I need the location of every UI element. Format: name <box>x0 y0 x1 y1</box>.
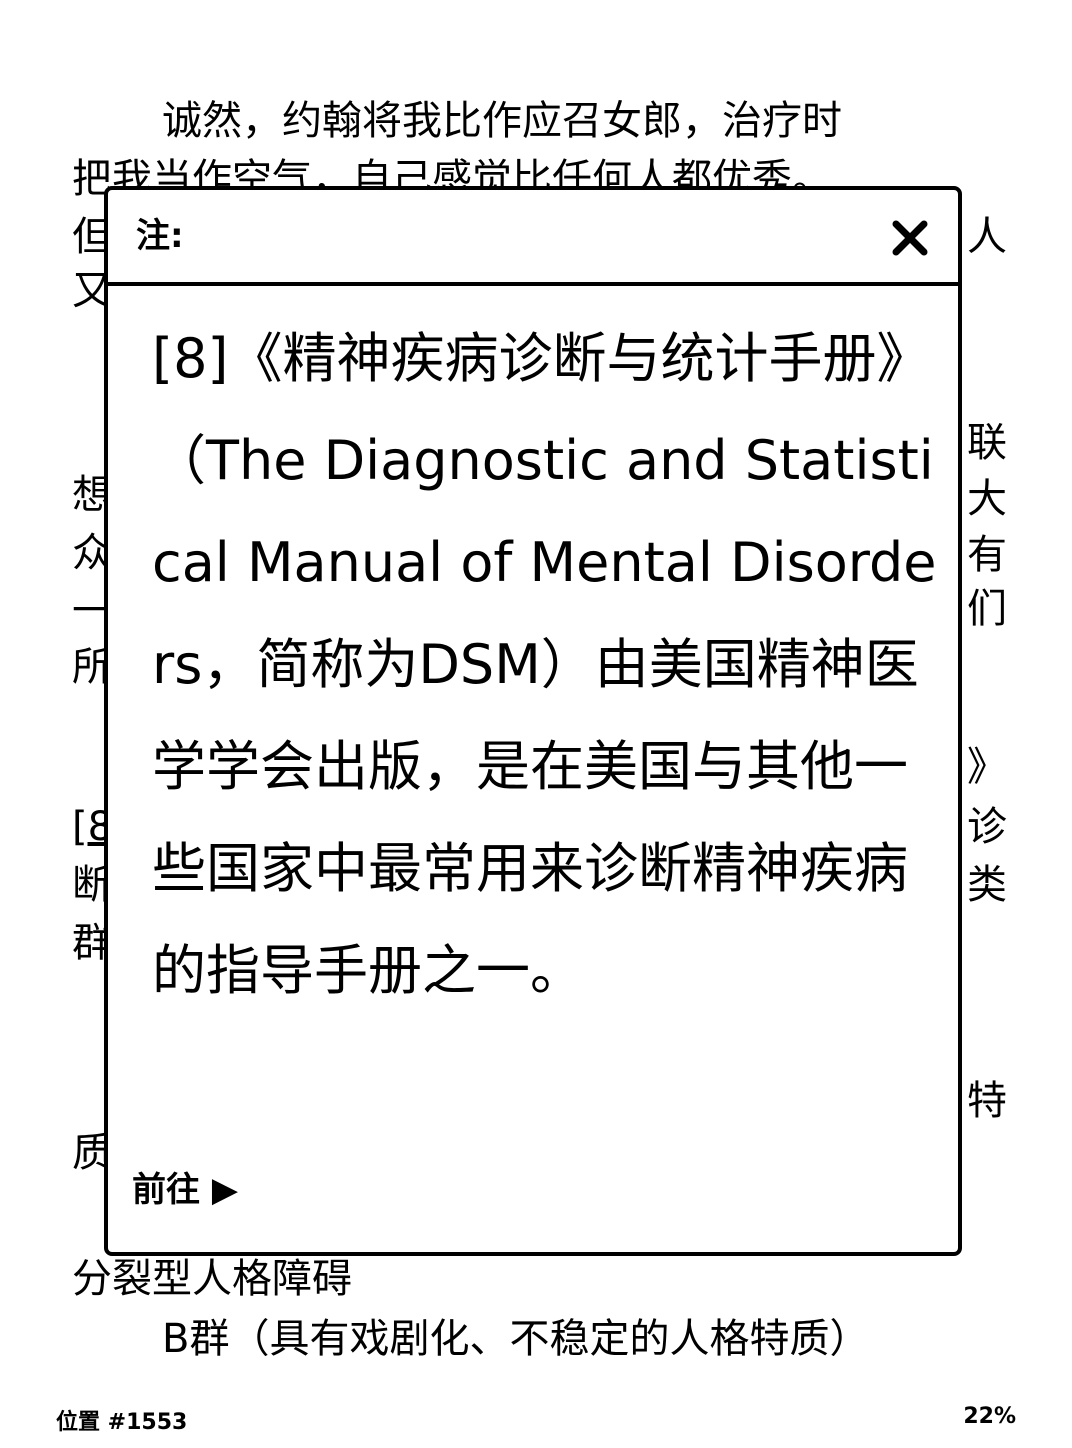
text-fragment: 》 <box>967 744 1007 790</box>
text-line: B群（具有戏剧化、不稳定的人格特质） <box>162 1316 870 1362</box>
text-fragment: 大 <box>967 476 1007 522</box>
goto-button[interactable]: 前往 ▶ <box>132 1168 238 1212</box>
text-fragment: 类 <box>967 862 1007 908</box>
text-line: 分裂型人格障碍 <box>72 1256 352 1302</box>
footnote-text: [8]《精神疾病诊断与统计手册》（The Diagnostic and Stat… <box>152 327 937 1002</box>
text-fragment: 联 <box>967 420 1007 466</box>
text-line: 诚然，约翰将我比作应召女郎，治疗时 <box>162 98 842 144</box>
text-fragment: 们 <box>967 586 1007 632</box>
location-indicator: 位置 #1553 <box>56 1410 188 1435</box>
popup-title: 注: <box>136 216 184 256</box>
popup-header: 注: <box>108 190 958 286</box>
text-fragment: 人 <box>967 214 1007 260</box>
footnote-popup: 注: [8]《精神疾病诊断与统计手册》（The Diagnostic and S… <box>104 186 962 1256</box>
text-fragment: 有 <box>967 532 1007 578</box>
text-fragment: 特 <box>967 1078 1007 1124</box>
progress-indicator: 22% <box>963 1404 1016 1429</box>
text-fragment: 诊 <box>967 804 1007 850</box>
close-button[interactable] <box>882 210 938 266</box>
close-icon <box>892 220 928 256</box>
